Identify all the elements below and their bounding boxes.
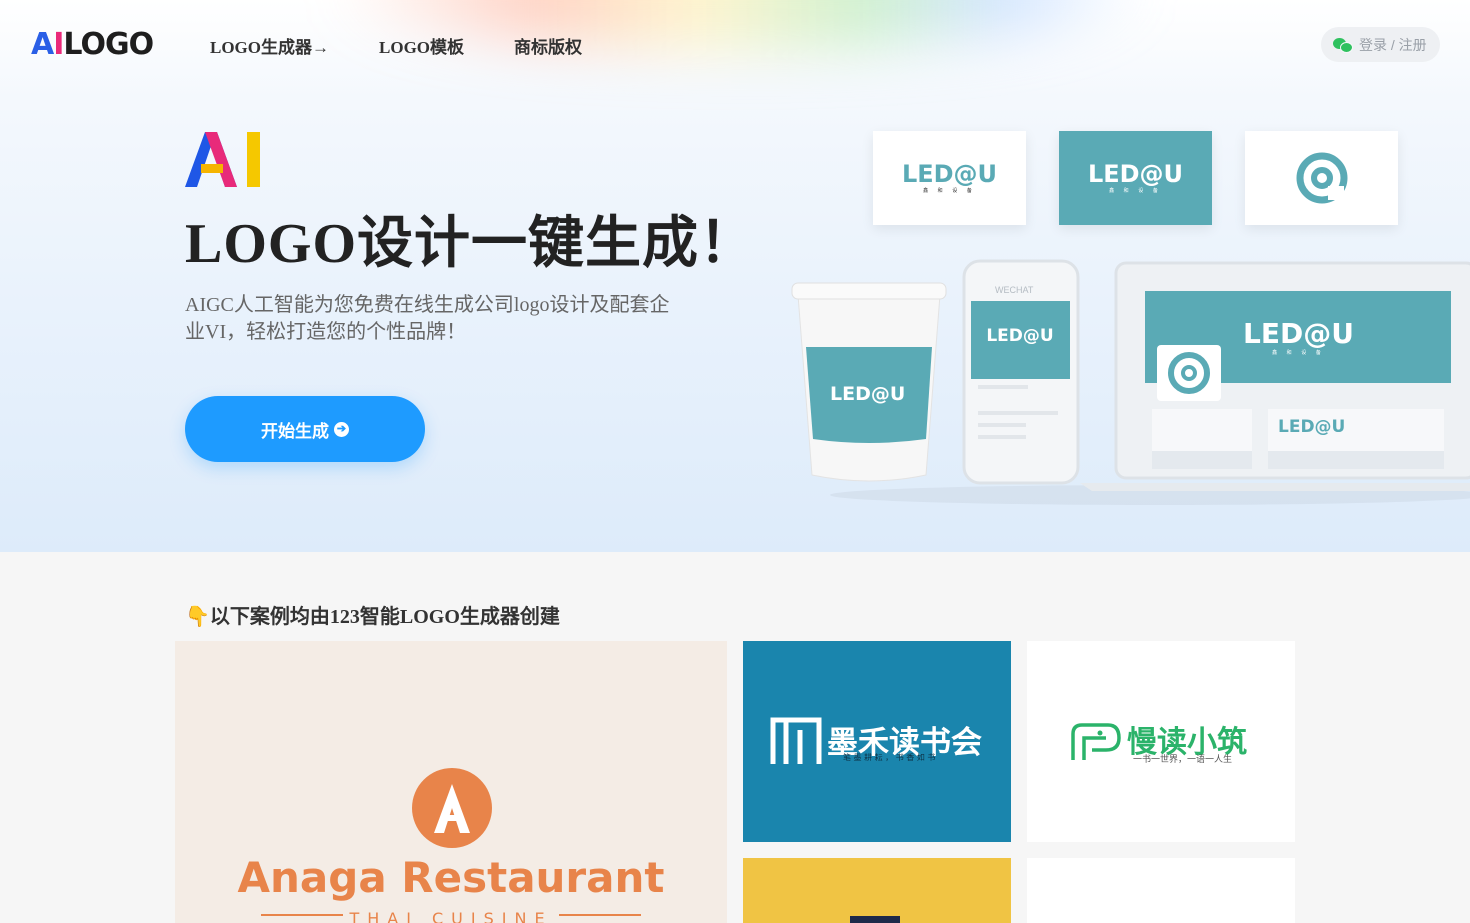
anaga-sub-text: THAI CUISINE [343, 909, 559, 923]
card-brand-text: LED@U [901, 160, 998, 188]
showcase-tile-mandu[interactable]: 慢读小筑 一书一世界，一语一人生 [1027, 641, 1295, 842]
mohe-sub: 笔 墨 耕 耘 ， 书 香 如 书 [843, 753, 936, 762]
showcase-tile-yellow[interactable] [743, 858, 1011, 923]
showcase-tile-white[interactable] [1027, 858, 1295, 923]
card-tagline: 鑫 和 设 备 [923, 188, 976, 194]
phone-header-label: WECHAT [995, 285, 1034, 295]
arrow-right-circle-icon: ➔ [334, 421, 349, 437]
ai-mark-logo [185, 132, 260, 187]
phone-brand-text: LED@U [986, 326, 1054, 346]
wechat-icon [1333, 37, 1353, 53]
mohe-mark-icon [770, 717, 822, 764]
showcase-tile-mohe[interactable]: 墨禾读书会 笔 墨 耕 耘 ， 书 香 如 书 [743, 641, 1011, 842]
start-generate-label: 开始生成 [261, 421, 329, 441]
nav-logo-templates[interactable]: LOGO模板 [379, 33, 464, 58]
showcase-tile-anaga[interactable]: Anaga Restaurant THAI CUISINE [175, 641, 727, 923]
cup-brand-text: LED@U [830, 383, 906, 405]
logo-letter-a: A [31, 26, 54, 62]
phone-brand: LED@U [986, 326, 1054, 346]
main-nav: LOGO生成器→ LOGO模板 商标版权 [210, 33, 582, 58]
anaga-sub: THAI CUISINE [175, 909, 727, 923]
showcase-title-text: 以下案例均由123智能LOGO生成器创建 [209, 606, 560, 628]
cup-brand: LED@U [830, 385, 905, 404]
laptop-tagline: 鑫 和 设 备 [1272, 350, 1325, 356]
card-brand-text: LED@U [1087, 160, 1184, 188]
mandu-mark-icon [1071, 723, 1121, 760]
site-logo[interactable]: A I LOGO [31, 26, 154, 62]
login-register-button[interactable]: 登录 / 注册 [1321, 27, 1440, 62]
nav-trademark[interactable]: 商标版权 [514, 33, 582, 58]
laptop-brand-text: LED@U [1243, 317, 1354, 350]
anaga-mark-icon [412, 768, 492, 848]
showcase-title: 👇以下案例均由123智能LOGO生成器创建 [185, 600, 560, 629]
laptop-brand: LED@U 鑫 和 设 备 [1243, 320, 1354, 356]
hero-headline: LOGO设计一键生成！ [185, 213, 757, 275]
hero-subline: AIGC人工智能为您免费在线生成公司logo设计及配套企业VI，轻松打造您的个性… [185, 294, 670, 343]
card-tagline: 鑫 和 设 备 [1109, 188, 1162, 194]
anaga-name: Anaga Restaurant [237, 853, 665, 902]
logo-word: LOGO [63, 26, 154, 62]
top-header: A I LOGO LOGO生成器→ LOGO模板 商标版权 登录 / 注册 [0, 0, 1470, 88]
yellow-tile-mark [850, 916, 900, 923]
logo-letter-i: I [53, 26, 64, 62]
start-generate-button[interactable]: 开始生成 ➔ [185, 396, 425, 462]
logo-card-icon [1245, 131, 1398, 225]
laptop-small-brand-text: LED@U [1278, 417, 1346, 437]
logo-card-teal: LED@U 鑫 和 设 备 [1059, 131, 1212, 225]
pointing-down-icon: 👇 [185, 606, 210, 628]
laptop-small-brand: LED@U [1278, 419, 1345, 436]
nav-logo-generator[interactable]: LOGO生成器→ [210, 33, 329, 58]
logo-card-white: LED@U 鑫 和 设 备 [873, 131, 1026, 225]
mandu-sub: 一书一世界，一语一人生 [1133, 755, 1233, 765]
login-register-label: 登录 / 注册 [1359, 36, 1427, 53]
ledou-symbol-icon [1296, 152, 1347, 204]
